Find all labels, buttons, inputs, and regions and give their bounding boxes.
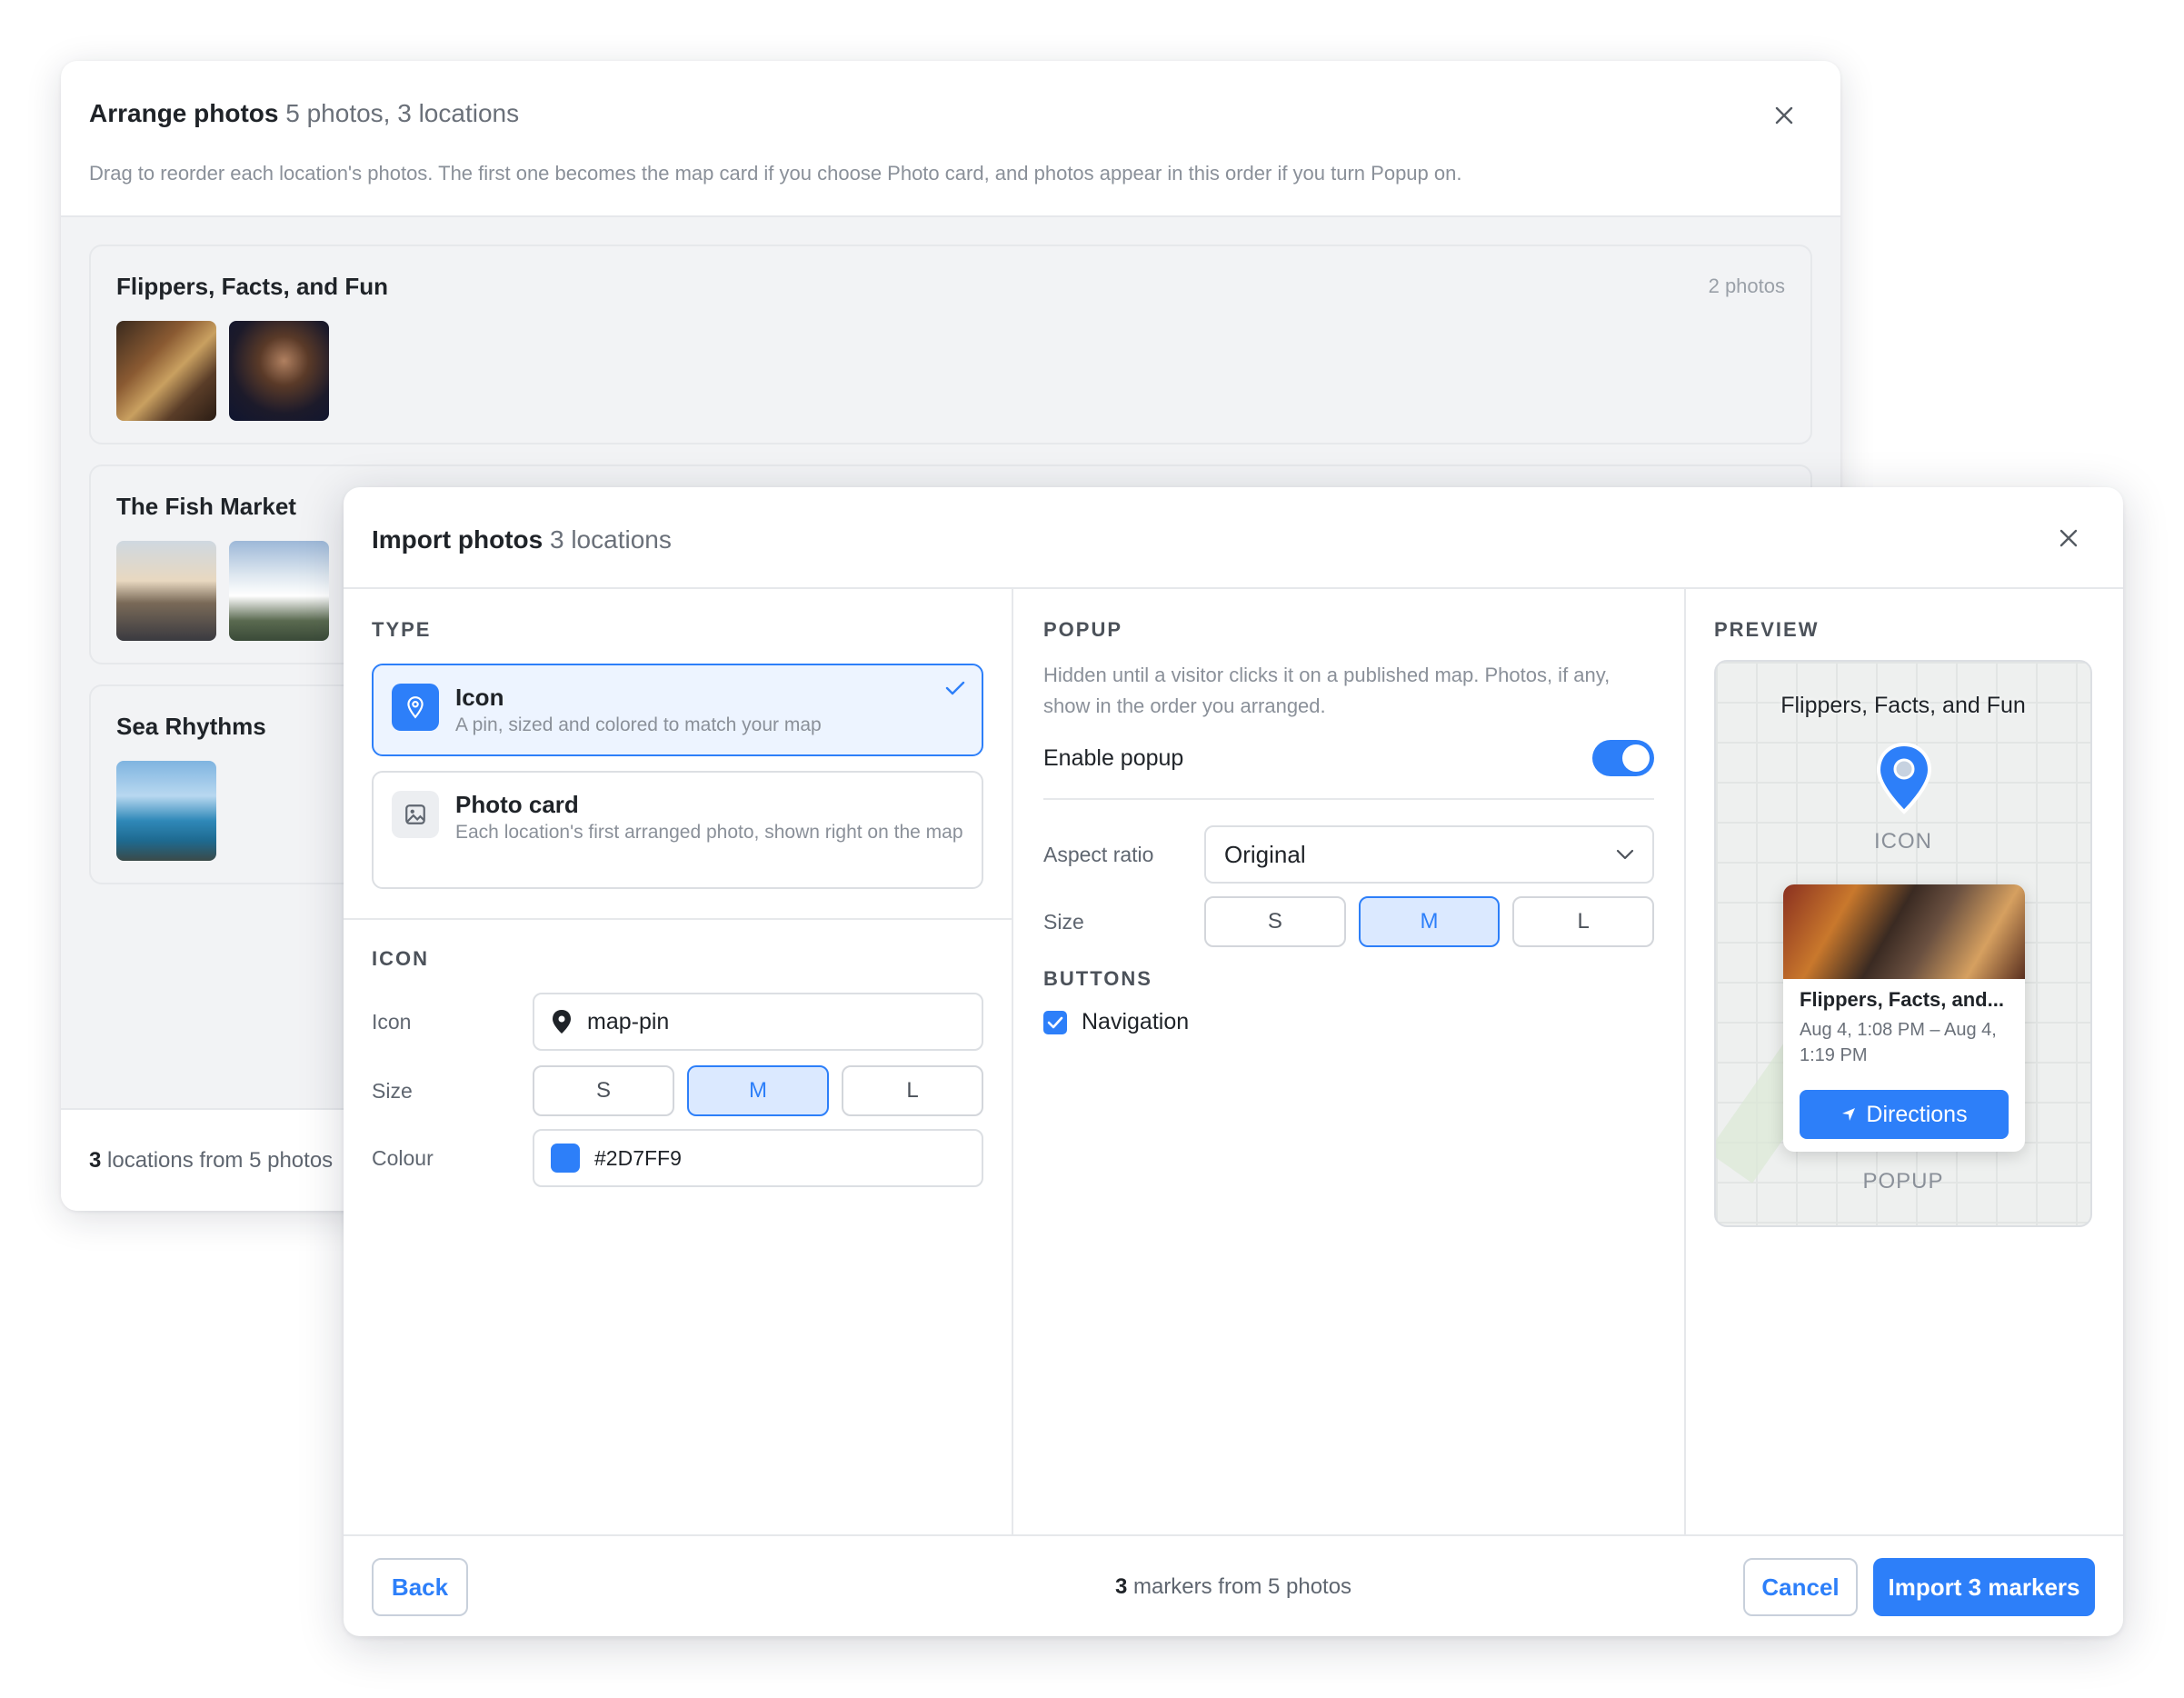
colour-picker-field[interactable]: #2D7FF9 [533, 1129, 983, 1187]
type-option-description: A pin, sized and colored to match your m… [455, 714, 822, 735]
import-photos-dialog: Import photos 3 locations TYPE Icon A pi… [344, 487, 2123, 1636]
photo-thumbnail[interactable] [229, 321, 329, 421]
icon-section: ICON Icon map-pin Size S M L Colour #2D7… [344, 920, 1012, 1214]
popup-size-selector: S M L [1204, 896, 1655, 947]
location-card: Flippers, Facts, and Fun 2 photos [89, 245, 1812, 444]
image-icon [392, 791, 439, 838]
type-option-title: Icon [455, 684, 504, 711]
preview-pin-title: Flippers, Facts, and Fun [1780, 693, 2026, 718]
location-photo-count: 2 photos [1708, 275, 1785, 297]
popup-section: POPUP Hidden until a visitor clicks it o… [1013, 589, 1684, 1064]
icon-picker-value: map-pin [587, 1008, 670, 1034]
arrange-description: Drag to reorder each location's photos. … [89, 162, 1462, 185]
arrange-subtitle: 5 photos, 3 locations [285, 99, 520, 127]
preview-column: PREVIEW Flippers, Facts, and Fun ICON Fl… [1686, 589, 2123, 1534]
photo-thumbnail[interactable] [229, 541, 329, 641]
icon-field-label: Icon [372, 1009, 412, 1034]
buttons-section-label: BUTTONS [1043, 967, 1152, 990]
navigation-arrow-icon [1842, 1108, 1856, 1121]
close-icon [1775, 106, 1793, 125]
icon-picker-field[interactable]: map-pin [533, 993, 983, 1051]
enable-popup-toggle[interactable] [1592, 740, 1654, 776]
icon-size-selector: S M L [533, 1065, 983, 1116]
arrange-footer-text: locations from 5 photos [107, 1148, 334, 1173]
navigation-label: Navigation [1082, 1009, 1190, 1034]
arrange-title: Arrange photos 5 photos, 3 locations [89, 95, 1812, 132]
popup-section-label: POPUP [1043, 618, 1123, 641]
icon-size-s-button[interactable]: S [533, 1065, 674, 1116]
markers-summary-text: markers from 5 photos [1132, 1574, 1352, 1599]
popup-card-title: Flippers, Facts, and... [1800, 988, 2004, 1011]
icon-size-l-button[interactable]: L [842, 1065, 983, 1116]
aspect-ratio-value: Original [1224, 840, 1306, 868]
markers-count: 3 [1114, 1574, 1128, 1599]
type-section-label: TYPE [372, 618, 432, 641]
import-footer: Back 3 markers from 5 photos Cancel Impo… [344, 1534, 2123, 1636]
cancel-button[interactable]: Cancel [1743, 1558, 1858, 1616]
directions-button[interactable]: Directions [1800, 1090, 2009, 1139]
icon-size-label: Size [372, 1078, 413, 1103]
type-icon-column: TYPE Icon A pin, sized and colored to ma… [344, 589, 1013, 1534]
import-header: Import photos 3 locations [344, 487, 2123, 589]
type-option-photo-card[interactable]: Photo card Each location's first arrange… [372, 771, 983, 889]
preview-map: Flippers, Facts, and Fun ICON Flippers, … [1714, 660, 2092, 1227]
colour-value: #2D7FF9 [594, 1145, 682, 1170]
photo-thumbnail[interactable] [116, 761, 216, 861]
map-pin-icon [553, 1010, 571, 1034]
checkmark-icon [1047, 1016, 1063, 1028]
icon-caption: ICON [1874, 829, 1932, 854]
popup-description: Hidden until a visitor clicks it on a pu… [1043, 664, 1611, 717]
popup-size-s-button[interactable]: S [1204, 896, 1346, 947]
popup-column: POPUP Hidden until a visitor clicks it o… [1013, 589, 1686, 1534]
arrange-header: Arrange photos 5 photos, 3 locations Dra… [61, 61, 1840, 217]
popup-caption: POPUP [1862, 1169, 1944, 1194]
icon-colour-label: Colour [372, 1145, 434, 1170]
popup-card-photo [1783, 884, 2025, 979]
close-icon [2059, 529, 2078, 547]
aspect-ratio-label: Aspect ratio [1043, 842, 1154, 866]
type-option-title: Photo card [455, 791, 579, 818]
popup-size-l-button[interactable]: L [1512, 896, 1655, 947]
type-option-icon[interactable]: Icon A pin, sized and colored to match y… [372, 664, 983, 756]
photo-thumbnail[interactable] [116, 321, 216, 421]
type-option-description: Each location's first arranged photo, sh… [455, 822, 963, 843]
arrange-footer-count: 3 [89, 1148, 102, 1173]
icon-size-m-button[interactable]: M [687, 1065, 829, 1116]
preview-section: PREVIEW Flippers, Facts, and Fun ICON Fl… [1686, 589, 2123, 1256]
directions-label: Directions [1866, 1101, 1968, 1127]
import-title-text: Import photos [372, 525, 544, 554]
import-close-button[interactable] [2050, 520, 2087, 556]
popup-card-date: Aug 4, 1:08 PM – Aug 4, 1:19 PM [1800, 1020, 1997, 1065]
popup-card-preview: Flippers, Facts, and... Aug 4, 1:08 PM –… [1783, 884, 2025, 1152]
popup-size-label: Size [1043, 909, 1084, 934]
chevron-down-icon [1616, 849, 1634, 860]
type-section: TYPE Icon A pin, sized and colored to ma… [344, 589, 1012, 920]
preview-section-label: PREVIEW [1714, 618, 1820, 641]
arrange-title-text: Arrange photos [89, 99, 279, 127]
icon-section-label: ICON [372, 947, 429, 970]
checkmark-icon [945, 680, 965, 701]
import-subtitle: 3 locations [549, 525, 672, 554]
import-markers-button[interactable]: Import 3 markers [1873, 1558, 2095, 1616]
navigation-checkbox[interactable] [1043, 1010, 1067, 1034]
map-pin-icon [1874, 742, 1934, 819]
popup-size-m-button[interactable]: M [1358, 896, 1501, 947]
arrange-close-button[interactable] [1766, 97, 1802, 134]
map-pin-icon [392, 684, 439, 731]
colour-swatch[interactable] [551, 1144, 580, 1173]
photo-thumbnail[interactable] [116, 541, 216, 641]
import-title: Import photos 3 locations [372, 522, 2095, 558]
enable-popup-label: Enable popup [1043, 744, 1184, 771]
location-name: Flippers, Facts, and Fun [116, 273, 389, 300]
aspect-ratio-select[interactable]: Original [1204, 825, 1654, 884]
